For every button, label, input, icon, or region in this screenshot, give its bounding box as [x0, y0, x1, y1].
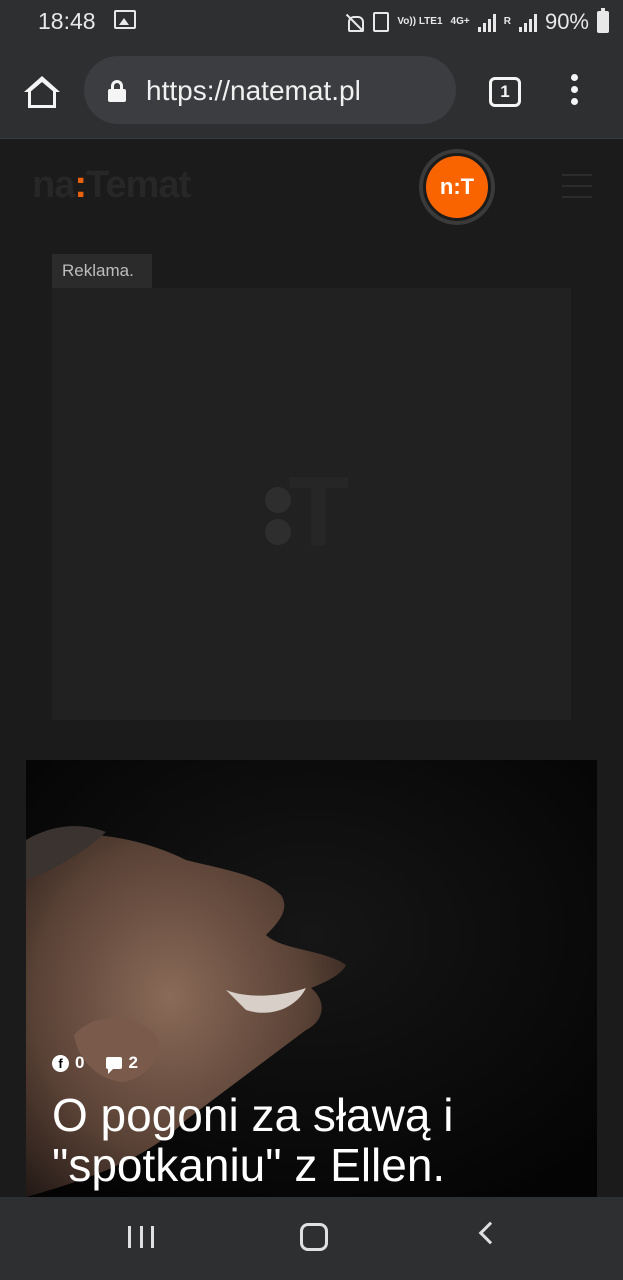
status-icons: Vo)) LTE1 4G+ R 90%	[345, 8, 609, 36]
site-header: na:Temat n:T	[0, 140, 623, 240]
natemat-badge-text: n:T	[423, 153, 491, 221]
signal-strength-icon	[477, 12, 496, 32]
natemat-badge-button[interactable]: n:T	[419, 149, 495, 225]
overflow-menu-button[interactable]	[567, 74, 581, 110]
network-type-indicator: 4G+	[450, 16, 470, 27]
lock-icon[interactable]	[108, 80, 126, 102]
battery-percent: 90%	[544, 9, 589, 34]
signal-strength-2-icon	[518, 12, 537, 32]
system-navigation-bar	[0, 1197, 623, 1280]
data-saver-icon	[373, 12, 390, 32]
battery-icon	[597, 8, 609, 33]
ad-logo-letter: T	[288, 456, 350, 568]
home-button[interactable]	[22, 74, 62, 110]
status-time: 18:48	[38, 8, 96, 34]
recent-apps-button[interactable]	[128, 1226, 154, 1248]
site-logo[interactable]: na:Temat	[32, 164, 191, 207]
logo-text-temat: Temat	[86, 164, 191, 206]
logo-colon: :	[74, 164, 87, 206]
mute-icon	[345, 12, 365, 32]
hamburger-menu-icon[interactable]	[562, 174, 592, 200]
volte-indicator: Vo)) LTE1	[397, 16, 443, 27]
status-bar: 18:48 Vo)) LTE1 4G+ R 90%	[0, 0, 623, 44]
url-text[interactable]: https://natemat.pl	[146, 75, 361, 107]
home-nav-button[interactable]	[300, 1223, 328, 1251]
logo-text-na: na	[32, 164, 75, 206]
article-meta: f 0 2	[52, 1053, 154, 1074]
facebook-icon: f	[52, 1054, 69, 1072]
browser-toolbar: https://natemat.pl 1	[0, 44, 623, 139]
article-card[interactable]: f 0 2 O pogoni za sławą i "spotkaniu" z …	[26, 760, 597, 1197]
comment-count: 2	[128, 1053, 138, 1072]
gallery-notification-icon	[114, 10, 136, 29]
comment-icon	[106, 1057, 123, 1074]
article-title[interactable]: O pogoni za sławą i "spotkaniu" z Ellen.	[52, 1090, 582, 1190]
facebook-share-count: 0	[75, 1053, 85, 1072]
back-button[interactable]	[478, 1221, 502, 1245]
ad-label: Reklama.	[52, 254, 152, 288]
tab-switcher-button[interactable]: 1	[489, 77, 521, 107]
address-bar[interactable]: https://natemat.pl	[84, 56, 456, 124]
ad-placeholder[interactable]: T	[52, 288, 571, 720]
roaming-indicator: R	[503, 16, 511, 27]
